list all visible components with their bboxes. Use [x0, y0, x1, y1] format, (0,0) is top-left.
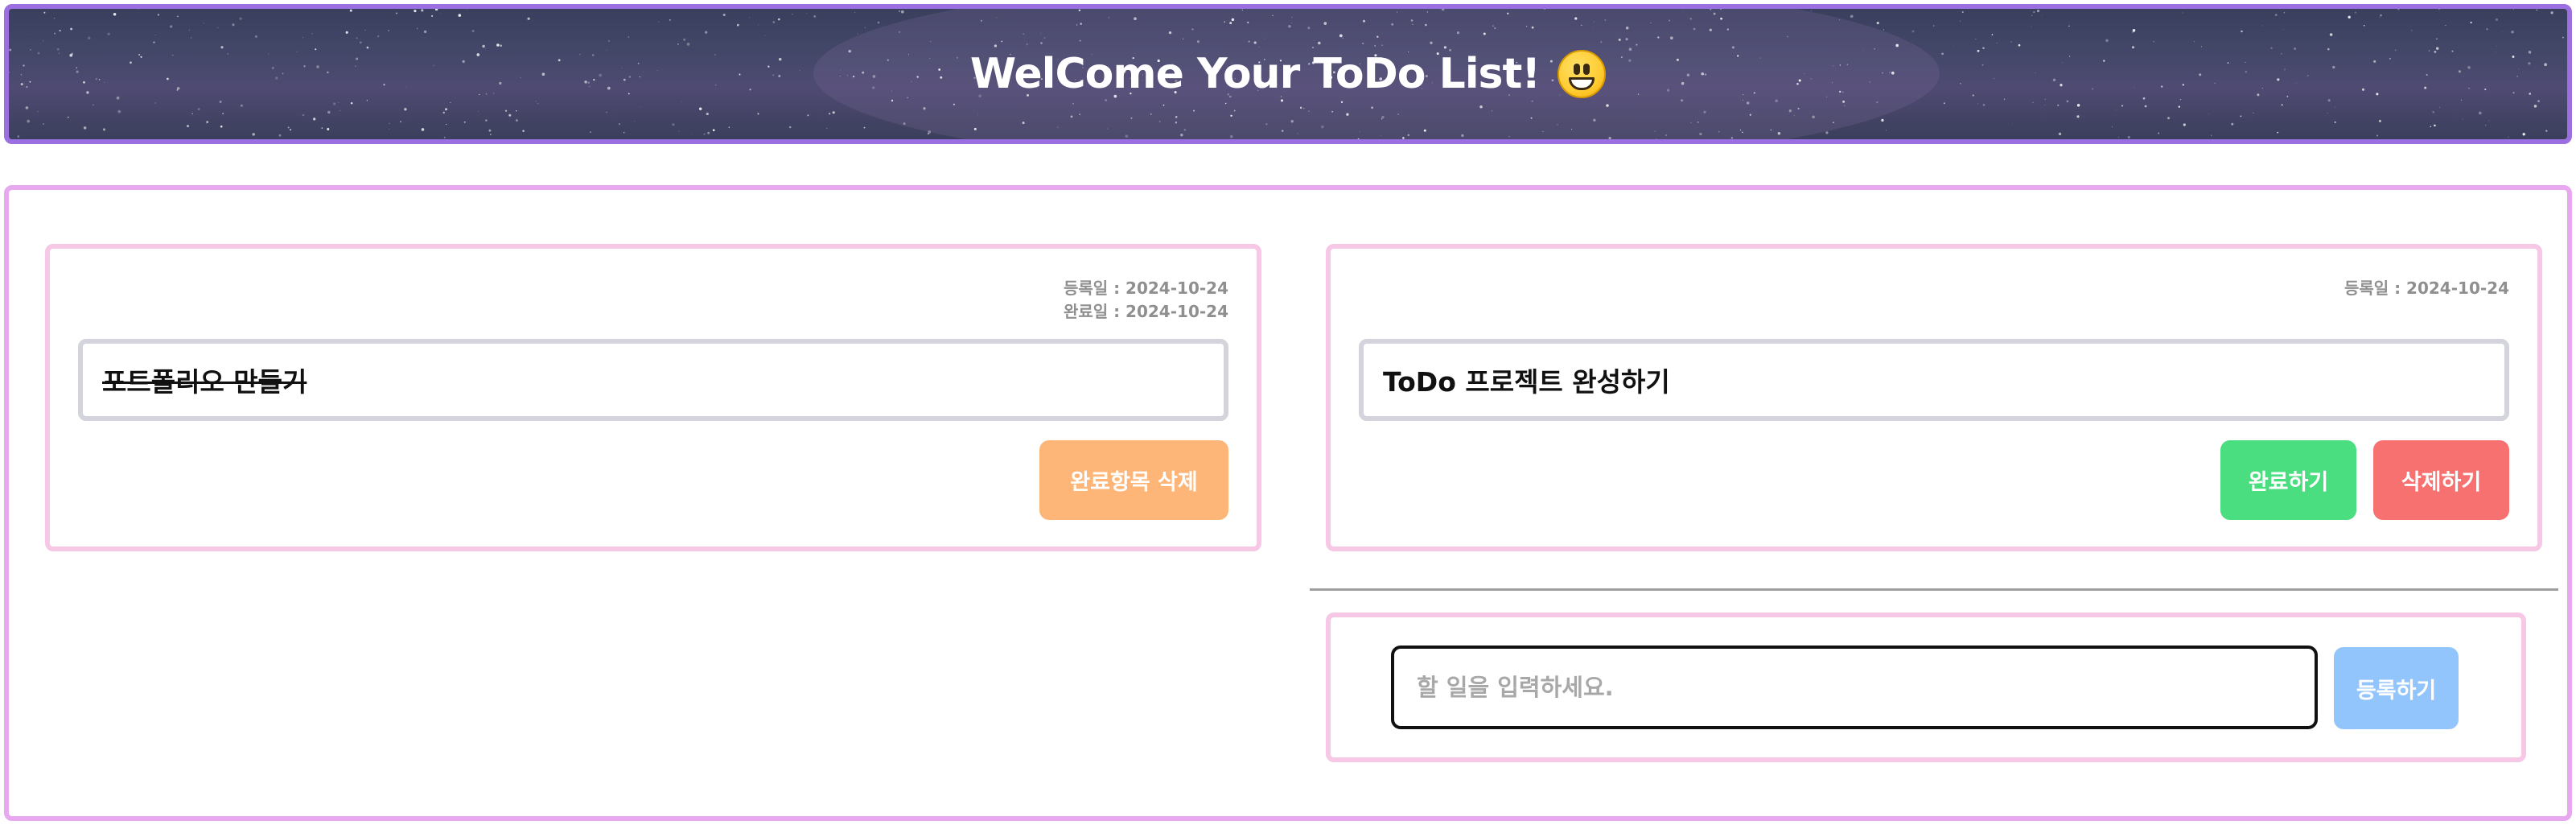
add-todo-form: 등록하기 — [1326, 613, 2526, 762]
todo-text: ToDo 프로젝트 완성하기 — [1383, 366, 1670, 398]
todo-dates: 등록일 : 2024-10-24 완료일 : 2024-10-24 — [1064, 277, 1228, 324]
todo-item: ToDo 프로젝트 완성하기 — [1359, 339, 2509, 421]
todo-dates: 등록일 : 2024-10-24 — [2344, 277, 2509, 300]
registered-date: 등록일 : 2024-10-24 — [1063, 278, 1228, 298]
complete-button[interactable]: 완료하기 — [2220, 440, 2356, 520]
todo-item: 포트폴리오 만들기 — [78, 339, 1228, 421]
todo-card-completed: 등록일 : 2024-10-24 완료일 : 2024-10-24 포트폴리오 … — [45, 244, 1261, 551]
register-button[interactable]: 등록하기 — [2334, 647, 2459, 729]
divider — [1310, 588, 2558, 591]
header-banner: WelCome Your ToDo List! — [4, 4, 2572, 144]
grinning-face-icon — [1558, 50, 1607, 98]
header-title-row: WelCome Your ToDo List! — [9, 9, 2567, 139]
page-title: WelCome Your ToDo List! — [969, 50, 1541, 98]
delete-completed-button[interactable]: 완료항목 삭제 — [1039, 440, 1228, 520]
todo-text: 포트폴리오 만들기 — [102, 366, 307, 398]
todo-board: 등록일 : 2024-10-24 완료일 : 2024-10-24 포트폴리오 … — [4, 185, 2572, 821]
registered-date: 등록일 : 2024-10-24 — [2344, 278, 2509, 298]
todo-input[interactable] — [1391, 646, 2318, 729]
todo-card-active: 등록일 : 2024-10-24 ToDo 프로젝트 완성하기 완료하기 삭제하… — [1326, 244, 2542, 551]
completed-date: 완료일 : 2024-10-24 — [1063, 302, 1228, 321]
delete-button[interactable]: 삭제하기 — [2373, 440, 2509, 520]
